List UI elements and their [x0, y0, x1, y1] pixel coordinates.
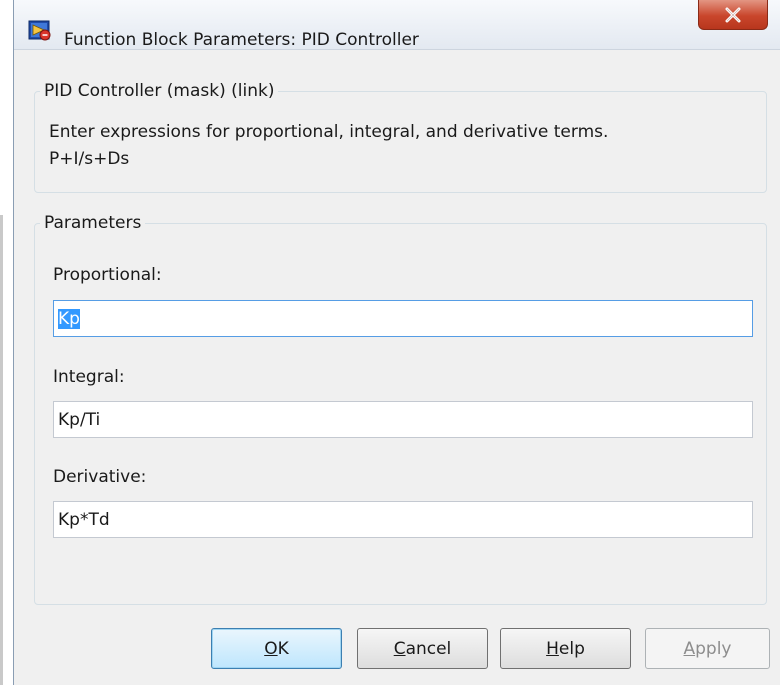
- close-icon: [725, 7, 741, 22]
- ok-button[interactable]: OK: [211, 628, 342, 669]
- integral-value: Kp/Ti: [58, 410, 101, 430]
- description-text: Enter expressions for proportional, inte…: [49, 122, 609, 142]
- ok-label-rest: K: [277, 638, 289, 659]
- proportional-label: Proportional:: [53, 265, 162, 285]
- integral-label: Integral:: [53, 367, 125, 387]
- integral-input[interactable]: Kp/Ti: [53, 401, 753, 438]
- window-title: Function Block Parameters: PID Controlle…: [64, 30, 419, 50]
- title-bar[interactable]: Function Block Parameters: PID Controlle…: [14, 0, 780, 50]
- apply-button[interactable]: Apply: [645, 628, 770, 669]
- dialog-window: Function Block Parameters: PID Controlle…: [13, 0, 780, 685]
- help-mnemonic: H: [546, 638, 559, 659]
- help-button[interactable]: Help: [500, 628, 631, 669]
- apply-mnemonic: A: [683, 638, 696, 659]
- proportional-value: Kp: [58, 309, 80, 329]
- cancel-label-rest: ancel: [405, 638, 452, 659]
- derivative-label: Derivative:: [53, 467, 147, 487]
- transfer-function-text: P+I/s+Ds: [49, 149, 130, 169]
- proportional-input[interactable]: Kp: [53, 300, 753, 337]
- cancel-mnemonic: C: [393, 638, 406, 659]
- close-button[interactable]: [698, 0, 768, 30]
- description-group-title: PID Controller (mask) (link): [40, 81, 279, 101]
- simulink-block-icon: [28, 18, 54, 44]
- apply-label-rest: pply: [695, 638, 732, 659]
- background-window-frame: [0, 215, 3, 685]
- derivative-value: Kp*Td: [58, 510, 110, 530]
- background-window-edge: [0, 0, 13, 685]
- ok-mnemonic: O: [264, 638, 278, 659]
- cancel-button[interactable]: Cancel: [357, 628, 488, 669]
- help-label-rest: elp: [558, 638, 585, 659]
- parameters-group-title: Parameters: [40, 213, 146, 233]
- derivative-input[interactable]: Kp*Td: [53, 501, 753, 538]
